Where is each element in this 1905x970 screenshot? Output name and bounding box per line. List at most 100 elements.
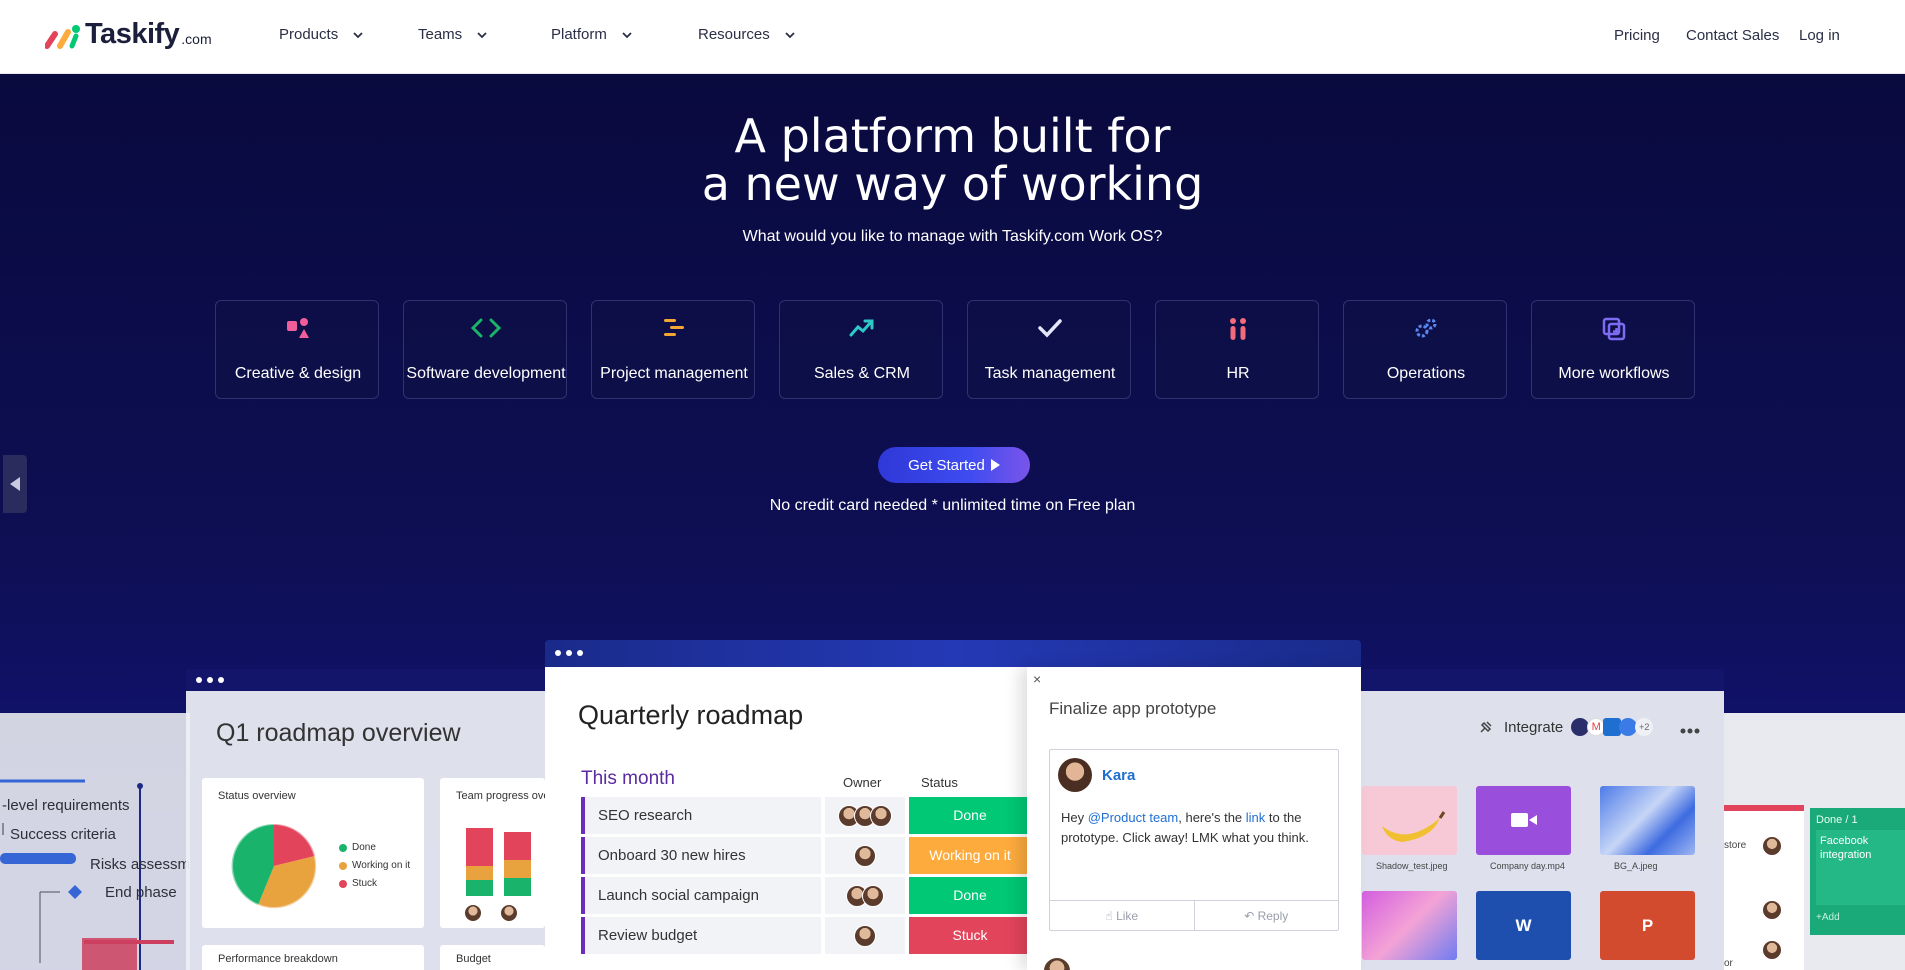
powerpoint-file-icon[interactable]: P [1600, 891, 1695, 960]
avatar [870, 804, 892, 827]
close-icon[interactable]: × [1033, 671, 1041, 687]
table-row[interactable]: SEO research Done [581, 797, 1031, 834]
legend-label: Stuck [352, 878, 378, 889]
gantt-icon [664, 319, 684, 336]
file-thumbnail[interactable] [1600, 786, 1695, 855]
nav-login-link[interactable]: Log in [1799, 27, 1840, 44]
window-dots-icon [555, 650, 583, 656]
avatar [1043, 957, 1071, 970]
like-button[interactable]: ☝ Like [1050, 901, 1195, 931]
status-badge[interactable]: Done [909, 877, 1031, 914]
reply-button[interactable]: ↶ Reply [1195, 901, 1339, 931]
comment-link[interactable]: link [1246, 810, 1266, 825]
table-row[interactable]: Review budget Stuck [581, 917, 1031, 954]
thumbs-up-icon: ☝ [1105, 909, 1117, 923]
item-name[interactable]: Launch social campaign [585, 877, 821, 914]
performance-panel: Performance breakdown [202, 945, 424, 970]
file-thumbnail[interactable] [1476, 786, 1571, 855]
chevron-down-icon [622, 31, 632, 38]
status-badge[interactable]: Done [909, 797, 1031, 834]
window-dots-icon [196, 677, 224, 683]
comment-text: Hey @Product team, here's the link to th… [1061, 810, 1309, 845]
nav-platform[interactable]: Platform [551, 26, 633, 43]
nav-resources[interactable]: Resources [698, 26, 796, 43]
column-status: Status [921, 775, 958, 790]
get-started-button[interactable]: Get Started [878, 447, 1030, 483]
file-name: Company day.mp4 [1490, 861, 1565, 871]
avatar [1762, 836, 1782, 856]
comment-author[interactable]: Kara [1102, 767, 1135, 784]
nav-pricing-link[interactable]: Pricing [1614, 27, 1660, 44]
card-label: More workflows [1558, 365, 1670, 382]
item-name[interactable]: Review budget [585, 917, 821, 954]
add-item-link[interactable]: +Add [1816, 912, 1840, 923]
card-task-management[interactable]: Task management [967, 300, 1131, 399]
hero-subline: What would you like to manage with Taski… [742, 228, 1163, 245]
word-file-icon[interactable]: W [1476, 891, 1571, 960]
code-icon [471, 318, 501, 338]
table-row[interactable]: Onboard 30 new hires Working on it [581, 837, 1031, 874]
play-icon [990, 459, 1000, 471]
owner-avatars [825, 837, 905, 874]
card-project-management[interactable]: Project management [591, 300, 755, 399]
gears-icon [1415, 318, 1437, 338]
integrate-button[interactable]: Integrate M +2 [1478, 718, 1654, 736]
card-label: Software development [406, 365, 566, 382]
column-owner: Owner [843, 775, 882, 790]
avatar [500, 904, 518, 922]
side-collapse-tab[interactable] [3, 455, 27, 513]
budget-panel: Budget [440, 945, 545, 970]
q1-roadmap-title: Q1 roadmap overview [216, 719, 461, 747]
more-dots-icon[interactable] [1680, 728, 1700, 734]
integrate-label: Integrate [1504, 718, 1564, 736]
card-sales-crm[interactable]: Sales & CRM [779, 300, 943, 399]
logo-word: Taskify [85, 18, 180, 50]
timeline-item: End phase [105, 884, 177, 901]
file-thumbnail[interactable] [1362, 786, 1457, 855]
mention-link[interactable]: @Product team [1088, 810, 1179, 825]
team-progress-bars [466, 828, 531, 896]
owner-avatars [825, 797, 905, 834]
card-creative-design[interactable]: Creative & design [215, 300, 379, 399]
hero-headline: A platform built for a new way of workin… [0, 112, 1905, 208]
item-name[interactable]: SEO research [585, 797, 821, 834]
card-label: Sales & CRM [813, 365, 911, 382]
chevron-down-icon [785, 31, 795, 38]
status-pie-chart [231, 823, 317, 909]
card-label: Task management [984, 365, 1116, 382]
card-hr[interactable]: HR [1155, 300, 1319, 399]
layers-icon [1602, 317, 1626, 341]
team-progress-panel: Team progress ove [440, 778, 545, 928]
nav-teams-label: Teams [418, 26, 463, 43]
card-operations[interactable]: Operations [1343, 300, 1507, 399]
card-software-development[interactable]: Software development [403, 300, 567, 399]
taskify-logo[interactable]: Taskify .com [45, 18, 212, 50]
legend-dot-done [339, 844, 347, 852]
card-label: Creative & design [234, 365, 362, 382]
done-card[interactable]: Facebook integration [1820, 834, 1900, 862]
card-label: Project management [600, 365, 748, 382]
nav-products[interactable]: Products [279, 26, 364, 43]
panel-title: Team progress ove [456, 790, 545, 802]
people-icon [1230, 318, 1246, 340]
avatar [854, 844, 876, 867]
comment-actions: ☝ Like ↶ Reply [1050, 900, 1338, 931]
nav-products-label: Products [279, 26, 339, 43]
avatar [854, 924, 876, 947]
table-row[interactable]: Launch social campaign Done [581, 877, 1031, 914]
get-started-label: Get Started [908, 456, 985, 474]
card-more-workflows[interactable]: More workflows [1531, 300, 1695, 399]
item-updates-panel: × Finalize app prototype Kara Hey @Produ… [1027, 667, 1361, 970]
kanban-item: or [1724, 958, 1733, 969]
card-label: Operations [1386, 365, 1466, 382]
nav-teams[interactable]: Teams [418, 26, 488, 43]
item-name[interactable]: Onboard 30 new hires [585, 837, 821, 874]
group-title[interactable]: This month [581, 768, 675, 790]
status-badge[interactable]: Stuck [909, 917, 1031, 954]
headline-line-1: A platform built for [734, 109, 1171, 163]
done-column-header: Done / 1 [1816, 814, 1858, 826]
file-thumbnail[interactable] [1362, 891, 1457, 960]
logo-mark-icon [45, 25, 80, 49]
nav-contact-sales-link[interactable]: Contact Sales [1686, 27, 1779, 44]
status-badge[interactable]: Working on it [909, 837, 1031, 874]
